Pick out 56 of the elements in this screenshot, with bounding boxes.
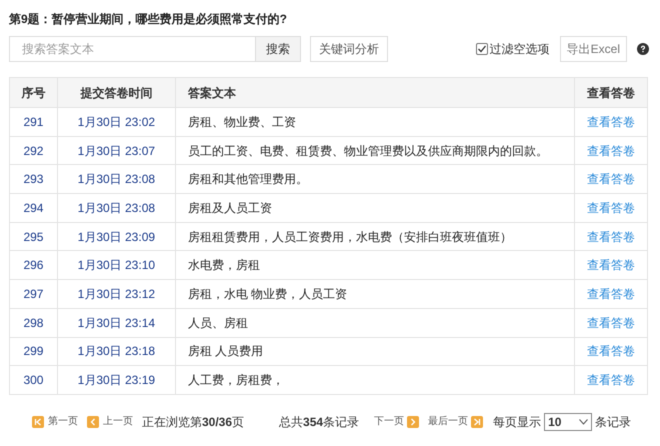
search-button[interactable]: 搜索: [256, 36, 301, 62]
table-cell: 1月30日 23:10: [57, 250, 176, 280]
table-cell: 1月30日 23:02: [57, 108, 176, 136]
table-cell: 房租及人员工资: [175, 194, 575, 222]
filter-checkbox[interactable]: 过滤空选项: [476, 40, 550, 58]
table-cell: 293: [10, 164, 58, 194]
previous-page-link[interactable]: 上一页: [103, 414, 133, 430]
table-cell: 294: [10, 194, 58, 222]
table-cell: 1月30日 23:18: [57, 337, 176, 366]
table-cell: 1月30日 23:09: [57, 222, 176, 251]
help-icon[interactable]: [637, 43, 649, 55]
previous-page-icon[interactable]: [87, 416, 99, 428]
table-cell: 299: [10, 337, 58, 366]
next-page-link[interactable]: 下一页: [374, 414, 404, 430]
table-cell: 人员、房租: [175, 308, 575, 337]
column-header: 序号: [10, 78, 58, 108]
column-header: 查看答卷: [574, 78, 648, 108]
table-cell: 房租租赁费用，人员工资费用，水电费（安排白班夜班值班）: [175, 222, 575, 251]
table-cell: 1月30日 23:07: [57, 136, 176, 165]
first-page-icon[interactable]: [32, 416, 44, 428]
total-records: 总共354条记录: [279, 414, 360, 431]
table-cell: 292: [10, 136, 58, 165]
check-icon: [476, 44, 487, 54]
table-cell: 房租和其他管理费用。: [175, 164, 575, 194]
last-page-icon[interactable]: [471, 416, 484, 428]
table-cell: 水电费，房租: [175, 250, 575, 280]
table-cell: 295: [10, 222, 58, 251]
question-title: 第9题：暂停营业期间，哪些费用是必须照常支付的?: [9, 11, 288, 28]
column-header: 提交答卷时间: [57, 78, 176, 108]
export-excel-button[interactable]: 导出Excel: [560, 36, 627, 62]
page-status: 正在浏览第30/36页: [142, 414, 244, 431]
table-cell: 1月30日 23:08: [57, 194, 176, 222]
per-page-label: 每页显示: [493, 414, 542, 431]
table-cell: 298: [10, 308, 58, 337]
table-cell: 300: [10, 366, 58, 394]
table-cell: 房租，水电 物业费，人员工资: [175, 280, 575, 308]
table-cell: 1月30日 23:14: [57, 308, 176, 337]
table-cell: 房租、物业费、工资: [175, 108, 575, 136]
table-cell: 296: [10, 250, 58, 280]
keyword-analysis-button[interactable]: 关键词分析: [310, 36, 388, 62]
next-page-icon[interactable]: [407, 416, 420, 428]
first-page-link[interactable]: 第一页: [48, 414, 78, 430]
table-cell: 人工费，房租费，: [175, 366, 575, 394]
last-page-link[interactable]: 最后一页: [428, 414, 468, 430]
table-cell: 297: [10, 280, 58, 308]
search-field[interactable]: 搜索答案文本: [9, 36, 256, 62]
page-size-dropdown[interactable]: 10: [544, 412, 592, 431]
chevron-down-icon: [579, 418, 588, 425]
table-cell: 291: [10, 108, 58, 136]
per-page-suffix: 条记录: [595, 414, 632, 431]
table-cell: 员工的工资、电费、租赁费、物业管理费以及供应商期限内的回款。: [175, 136, 575, 165]
table-cell: 1月30日 23:19: [57, 366, 176, 394]
table-cell: 1月30日 23:12: [57, 280, 176, 308]
column-header: 答案文本: [175, 78, 575, 108]
table-cell: 房租 人员费用: [175, 337, 575, 366]
table-cell: 1月30日 23:08: [57, 164, 176, 194]
